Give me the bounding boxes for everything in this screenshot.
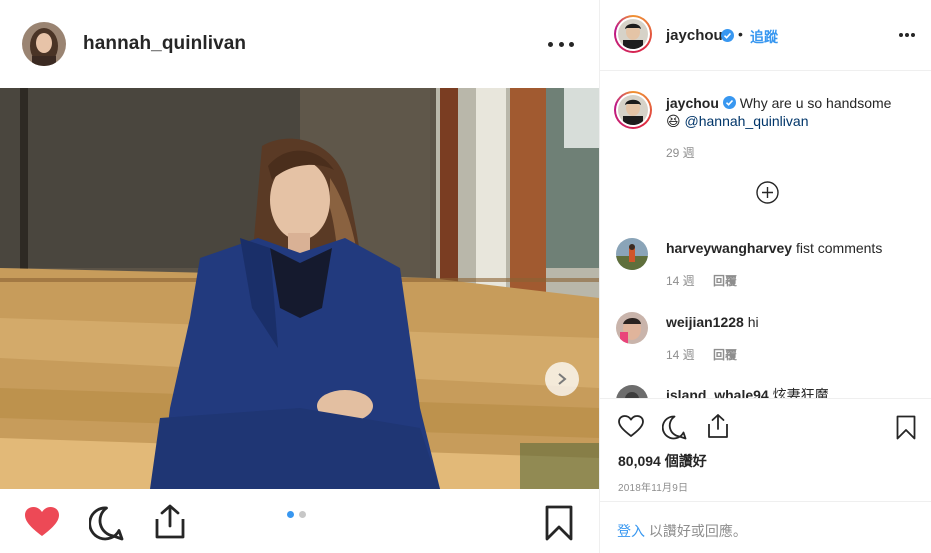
comment-text: weijian1228 hi [666, 313, 759, 331]
share-icon[interactable] [706, 413, 730, 444]
comment-body: 炫妻狂魔 [772, 387, 829, 398]
verified-icon [721, 29, 734, 42]
more-icon[interactable] [899, 33, 915, 37]
post-date[interactable]: 2018年11月9日 [618, 479, 688, 494]
details-header: jaychou • 追蹤 [600, 0, 931, 71]
carousel-dot-active [287, 511, 294, 518]
follow-button[interactable]: 追蹤 [750, 27, 778, 47]
caption-time[interactable]: 29 週 [666, 144, 695, 161]
post-photo[interactable] [0, 88, 599, 489]
account-username[interactable]: jaychou [666, 27, 723, 44]
comment-time[interactable]: 14 週 [666, 272, 695, 289]
post-media-column: hannah_quinlivan [0, 0, 599, 553]
separator: • [738, 26, 743, 42]
comment-time[interactable]: 14 週 [666, 346, 695, 363]
caption-mention[interactable]: @hannah_quinlivan [685, 113, 809, 129]
caption-text: Why are u so handsome [739, 95, 892, 111]
comment-icon[interactable] [661, 415, 687, 445]
more-icon[interactable] [548, 34, 574, 54]
carousel-dot[interactable] [299, 511, 306, 518]
verified-icon [722, 96, 736, 109]
chevron-right-icon[interactable] [545, 362, 579, 396]
caption: jaychou Why are u so handsome 😆 @hannah_… [666, 94, 916, 130]
heart-icon[interactable] [618, 415, 644, 443]
account-avatar[interactable] [614, 15, 652, 53]
login-prompt-bar: 登入 以讚好或回應。 [600, 501, 931, 553]
caption-avatar[interactable] [614, 91, 652, 129]
comment-text: harveywangharvey fist comments [666, 239, 882, 257]
comment-icon[interactable] [88, 506, 124, 546]
login-link[interactable]: 登入 [617, 523, 645, 539]
heart-icon[interactable] [24, 506, 60, 543]
plus-circle-icon[interactable] [756, 181, 779, 204]
comment-body: fist comments [795, 240, 883, 256]
bookmark-icon[interactable] [545, 505, 573, 546]
commenter-avatar[interactable] [616, 238, 648, 270]
comment-text: island_whale94 炫妻狂魔 [666, 386, 829, 398]
reply-button[interactable]: 回覆 [713, 346, 737, 363]
commenter-avatar[interactable] [616, 385, 648, 398]
post-details-column: jaychou • 追蹤 jaychou Why are u so handso… [599, 0, 931, 553]
laughing-emoji-icon: 😆 [666, 113, 681, 129]
reply-button[interactable]: 回覆 [713, 272, 737, 289]
comments-list[interactable]: jaychou Why are u so handsome 😆 @hannah_… [600, 72, 931, 398]
share-icon[interactable] [153, 503, 187, 544]
login-prompt-text: 以讚好或回應。 [645, 523, 747, 539]
likes-count[interactable]: 80,094 個讚好 [618, 451, 707, 471]
commenter-username[interactable]: island_whale94 [666, 387, 769, 398]
comment-body: hi [747, 314, 759, 330]
carousel-dots [287, 511, 306, 518]
author-avatar[interactable] [22, 22, 66, 66]
details-actions-bar: 80,094 個讚好 2018年11月9日 [600, 398, 931, 501]
login-prompt: 登入 以讚好或回應。 [617, 521, 747, 541]
commenter-username[interactable]: harveywangharvey [666, 240, 792, 256]
author-username[interactable]: hannah_quinlivan [83, 33, 246, 55]
commenter-username[interactable]: weijian1228 [666, 314, 744, 330]
caption-author[interactable]: jaychou [666, 95, 719, 111]
post-header: hannah_quinlivan [0, 0, 599, 88]
commenter-avatar[interactable] [616, 312, 648, 344]
bookmark-icon[interactable] [896, 415, 916, 445]
